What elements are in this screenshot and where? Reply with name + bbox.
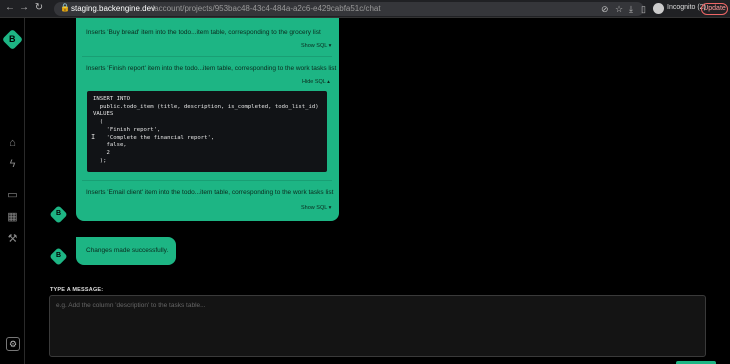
text-cursor-icon: I	[91, 133, 96, 141]
sql-code-block: INSERT INTO public.todo_item (title, des…	[87, 91, 327, 172]
message-text: Inserts 'Email client' item into the tod…	[86, 189, 334, 196]
hide-sql-toggle[interactable]: Hide SQL ▴	[302, 79, 330, 85]
show-sql-toggle[interactable]: Show SQL ▾	[301, 205, 331, 211]
reload-icon[interactable]: ↻	[33, 2, 45, 14]
back-icon[interactable]: ←	[4, 2, 16, 14]
logo-mark: B	[9, 34, 16, 44]
message-text: Inserts 'Finish report' item into the to…	[86, 65, 337, 72]
settings-icon[interactable]: ⚙	[6, 337, 20, 351]
app-sidebar: B ⌂ ϟ ▭ ▦ ⚒ ⚙	[0, 18, 25, 364]
message-input-box	[49, 295, 706, 357]
success-message: Changes made successfully.	[86, 247, 169, 254]
star-icon[interactable]: ☆	[615, 3, 623, 15]
lock-icon: 🔒	[60, 3, 70, 12]
divider	[82, 56, 332, 57]
sidepanel-icon[interactable]: ▯	[641, 3, 646, 15]
table-icon[interactable]: ▦	[6, 211, 19, 224]
eye-off-icon[interactable]: ⊘	[601, 3, 609, 15]
update-button[interactable]: Update	[701, 3, 728, 15]
home-icon[interactable]: ⌂	[6, 137, 19, 150]
divider	[82, 180, 332, 181]
address-bar[interactable]: 🔒 staging.backengine.dev /account/projec…	[54, 2, 644, 16]
lightning-icon[interactable]: ϟ	[6, 158, 19, 171]
assistant-avatar-mark: B	[56, 210, 62, 217]
url-path: /account/projects/953bac48-43c4-484a-a2c…	[152, 4, 381, 13]
browser-window-icon[interactable]: ▭	[6, 189, 19, 202]
message-input[interactable]	[50, 296, 705, 356]
message-text: Inserts 'Buy bread' item into the todo..…	[86, 29, 321, 36]
wrench-icon[interactable]: ⚒	[6, 233, 19, 246]
download-icon[interactable]: ⤓	[629, 3, 633, 15]
browser-toolbar: ← → ↻ 🔒 staging.backengine.dev /account/…	[0, 0, 730, 18]
url-host: staging.backengine.dev	[71, 4, 156, 13]
assistant-avatar-mark: B	[56, 252, 62, 259]
sql-code: INSERT INTO public.todo_item (title, des…	[93, 96, 319, 164]
forward-icon[interactable]: →	[18, 2, 30, 14]
incognito-icon[interactable]	[653, 3, 664, 14]
show-sql-toggle[interactable]: Show SQL ▾	[301, 43, 331, 49]
input-label: TYPE A MESSAGE:	[50, 287, 104, 293]
